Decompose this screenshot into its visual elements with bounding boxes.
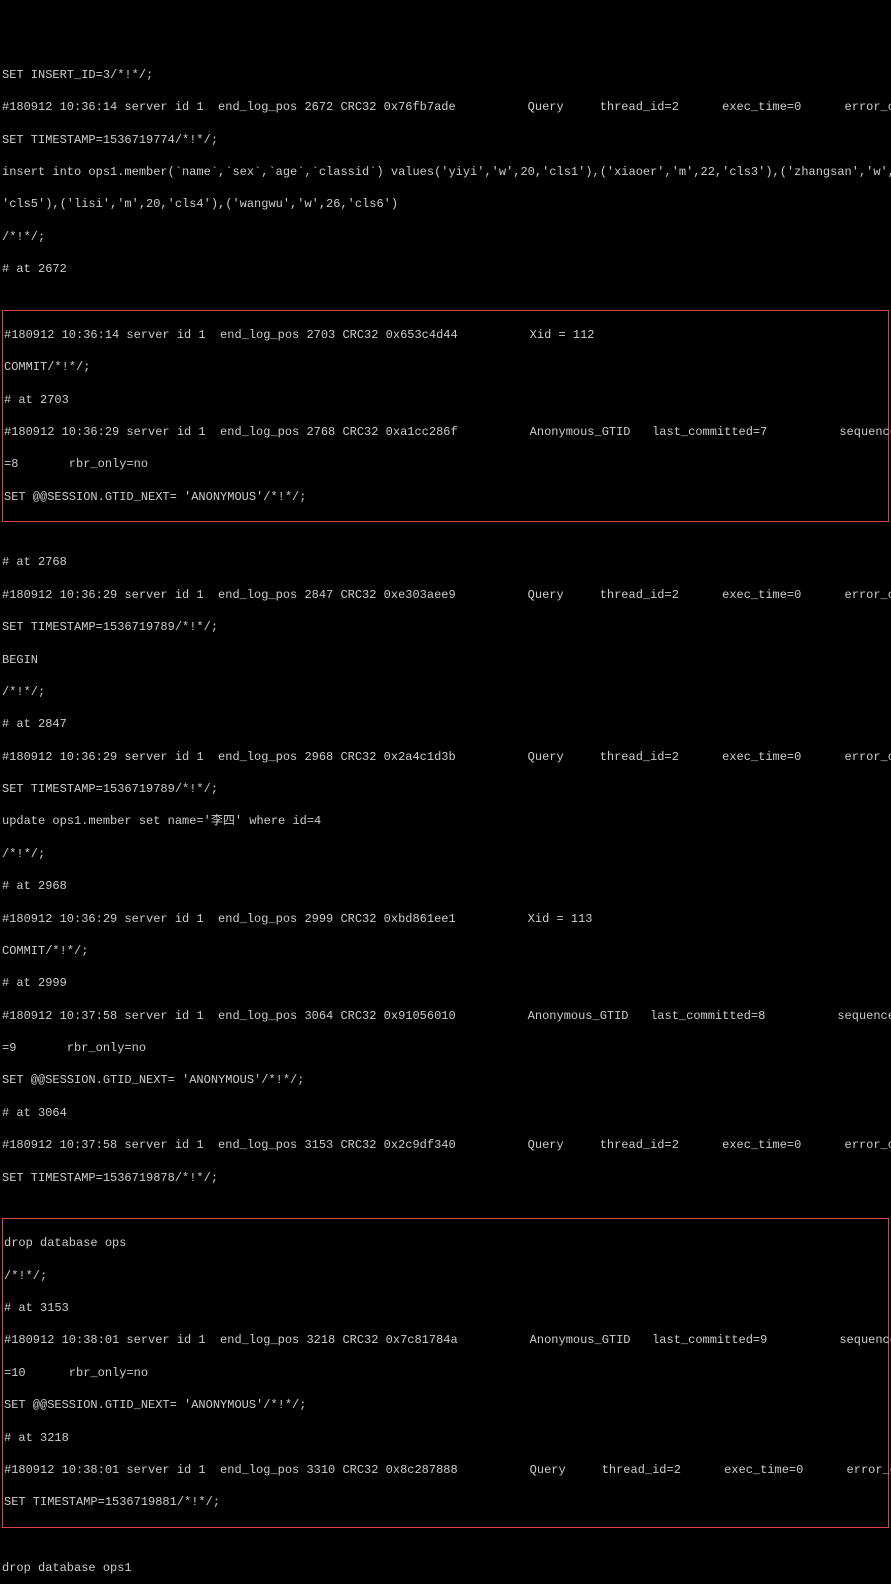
log-line: /*!*/; [3, 1268, 888, 1284]
log-line: SET TIMESTAMP=1536719774/*!*/; [2, 132, 889, 148]
log-line: #180912 10:37:58 server id 1 end_log_pos… [2, 1008, 889, 1024]
log-line: # at 2768 [2, 554, 889, 570]
log-line: # at 3153 [3, 1300, 888, 1316]
log-line: =8 rbr_only=no [3, 456, 888, 472]
log-line: # at 3218 [3, 1430, 888, 1446]
log-line: SET TIMESTAMP=1536719789/*!*/; [2, 619, 889, 635]
log-line: drop database ops1 [2, 1560, 889, 1576]
log-line: #180912 10:36:29 server id 1 end_log_pos… [2, 749, 889, 765]
log-line: # at 2968 [2, 878, 889, 894]
log-line: # at 3064 [2, 1105, 889, 1121]
log-line: =9 rbr_only=no [2, 1040, 889, 1056]
log-line: drop database ops [3, 1235, 888, 1251]
log-line: insert into ops1.member(`name`,`sex`,`ag… [2, 164, 889, 180]
log-line: #180912 10:36:14 server id 1 end_log_pos… [2, 99, 889, 115]
log-line: #180912 10:36:14 server id 1 end_log_pos… [3, 327, 888, 343]
log-line: # at 2672 [2, 261, 889, 277]
log-line: #180912 10:38:01 server id 1 end_log_pos… [3, 1332, 888, 1348]
log-line: /*!*/; [2, 846, 889, 862]
log-line: /*!*/; [2, 229, 889, 245]
log-line: #180912 10:38:01 server id 1 end_log_pos… [3, 1462, 888, 1478]
log-line: /*!*/; [2, 684, 889, 700]
log-line: SET @@SESSION.GTID_NEXT= 'ANONYMOUS'/*!*… [3, 1397, 888, 1413]
log-line: SET TIMESTAMP=1536719881/*!*/; [3, 1494, 888, 1510]
highlight-box-2: drop database ops /*!*/; # at 3153 #1809… [2, 1218, 889, 1528]
log-line: SET @@SESSION.GTID_NEXT= 'ANONYMOUS'/*!*… [2, 1072, 889, 1088]
log-line: COMMIT/*!*/; [2, 943, 889, 959]
log-line: COMMIT/*!*/; [3, 359, 888, 375]
log-line: 'cls5'),('lisi','m',20,'cls4'),('wangwu'… [2, 196, 889, 212]
log-line: SET TIMESTAMP=1536719789/*!*/; [2, 781, 889, 797]
log-line: update ops1.member set name='李四' where i… [2, 813, 889, 829]
log-line: #180912 10:36:29 server id 1 end_log_pos… [2, 587, 889, 603]
log-line: SET TIMESTAMP=1536719878/*!*/; [2, 1170, 889, 1186]
log-line: =10 rbr_only=no [3, 1365, 888, 1381]
log-line: #180912 10:37:58 server id 1 end_log_pos… [2, 1137, 889, 1153]
log-line: #180912 10:36:29 server id 1 end_log_pos… [3, 424, 888, 440]
log-line: # at 2847 [2, 716, 889, 732]
log-line: SET INSERT_ID=3/*!*/; [2, 67, 889, 83]
highlight-box-1: #180912 10:36:14 server id 1 end_log_pos… [2, 310, 889, 522]
log-line: #180912 10:36:29 server id 1 end_log_pos… [2, 911, 889, 927]
log-line: SET @@SESSION.GTID_NEXT= 'ANONYMOUS'/*!*… [3, 489, 888, 505]
log-line: # at 2999 [2, 975, 889, 991]
log-line: BEGIN [2, 652, 889, 668]
log-line: # at 2703 [3, 392, 888, 408]
